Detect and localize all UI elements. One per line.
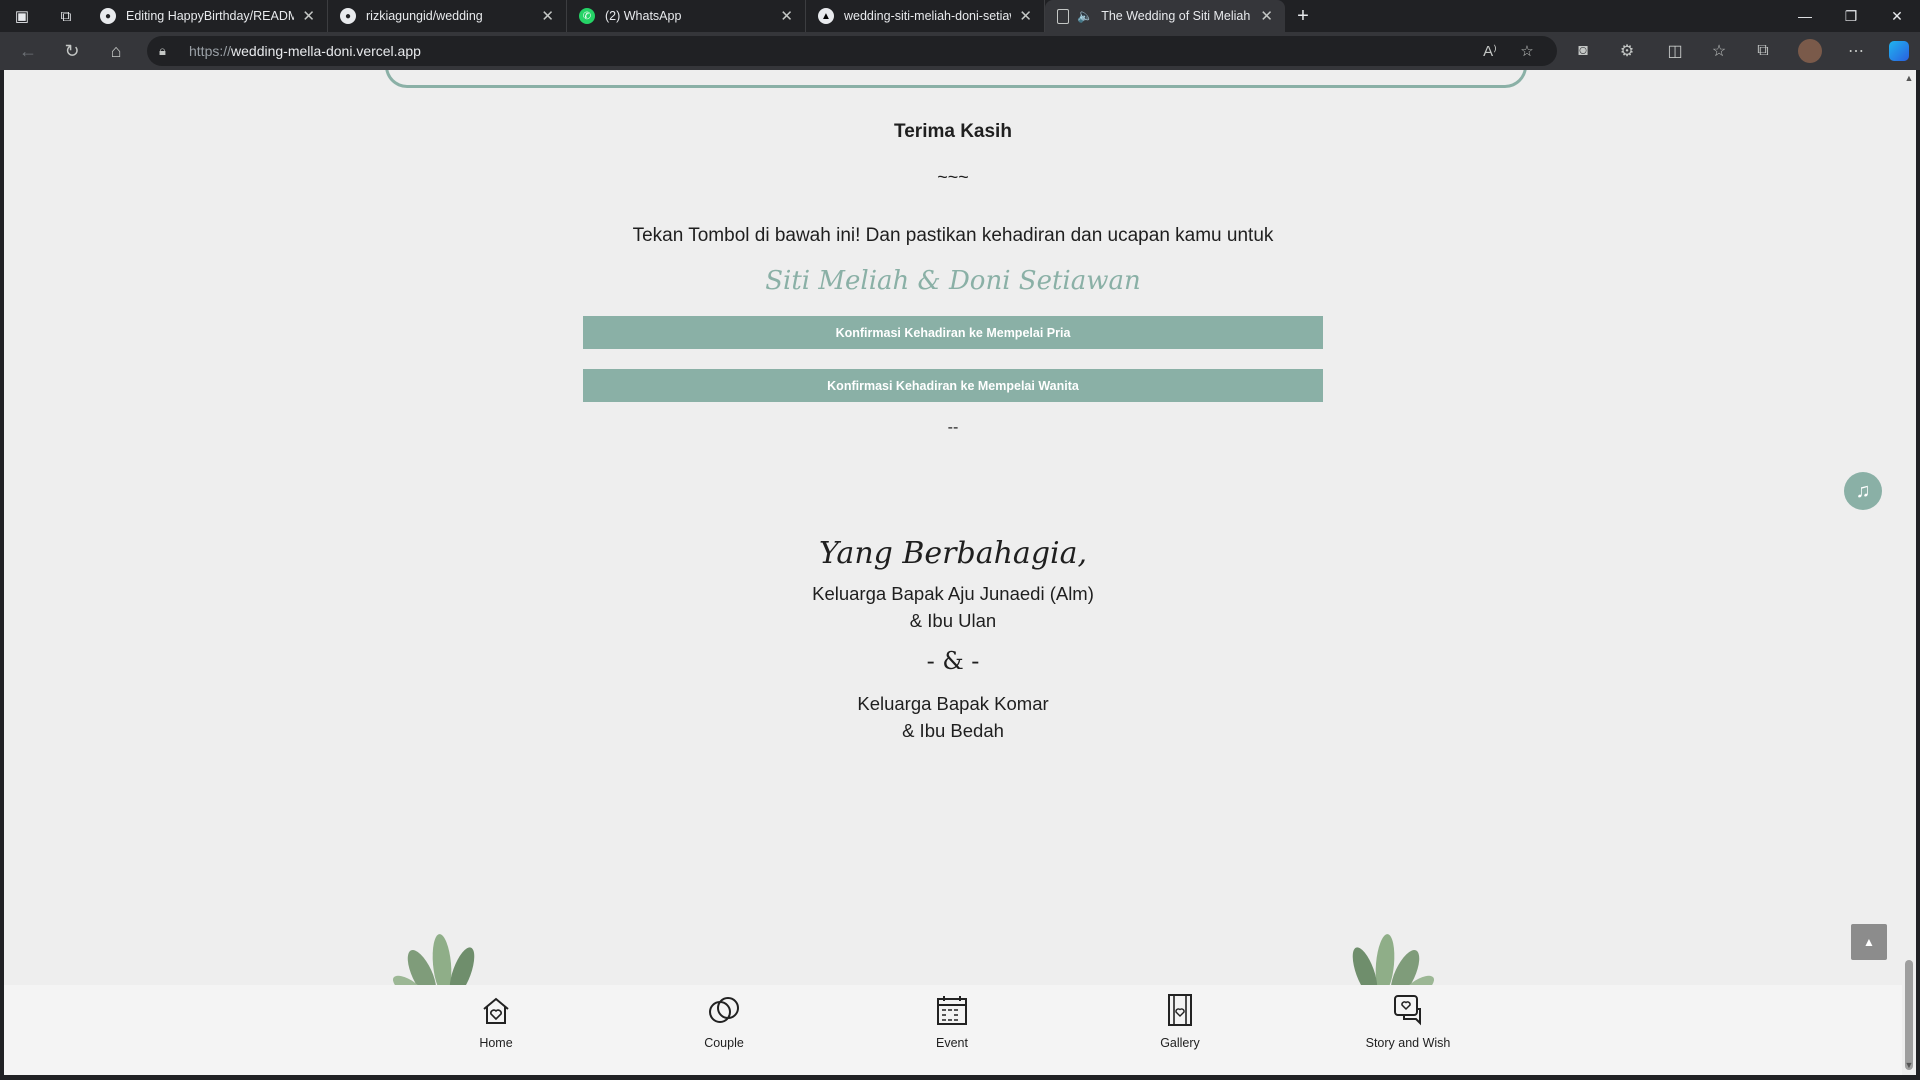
whatsapp-icon: ✆ (579, 8, 595, 24)
tab-bar: ▣ ⧉ ● Editing HappyBirthday/README ✕ ● r… (0, 0, 1920, 32)
couple-names: Siti Meliah & Doni Setiawan (765, 266, 1141, 296)
github-icon: ● (100, 8, 116, 24)
extension-shield-icon[interactable]: ◙ (1568, 36, 1598, 66)
scroll-up-arrow[interactable]: ▲ (1904, 73, 1914, 83)
address-bar[interactable]: 🔒︎ https://wedding-mella-doni.vercel.app… (147, 36, 1557, 66)
vertical-scrollbar[interactable]: ▲ ▼ (1902, 70, 1916, 1075)
read-aloud-icon[interactable]: A⁾ (1475, 36, 1505, 66)
nav-home[interactable]: Home (431, 985, 561, 1075)
extensions-icon[interactable]: ⚙ (1612, 36, 1642, 66)
lock-icon[interactable]: 🔒︎ (159, 43, 175, 59)
happy-heading: Yang Berbahagia, (818, 536, 1088, 571)
rings-icon (709, 997, 739, 1023)
profile-avatar[interactable] (1795, 36, 1825, 66)
music-note-icon: ♫ (1855, 479, 1871, 502)
chevron-up-icon: ▲ (1863, 935, 1875, 949)
tab-readme[interactable]: ● Editing HappyBirthday/README ✕ (88, 0, 328, 32)
new-tab-button[interactable]: + (1285, 0, 1321, 32)
dash-divider: -- (947, 419, 959, 436)
family1-line2: & Ibu Ulan (909, 610, 997, 631)
workspaces-icon[interactable]: ▣ (0, 0, 44, 32)
minimize-icon[interactable]: — (1782, 0, 1828, 32)
github-icon: ● (340, 8, 356, 24)
rsvp-groom-button[interactable]: Konfirmasi Kehadiran ke Mempelai Pria (583, 316, 1323, 349)
music-toggle-button[interactable]: ♫ (1844, 472, 1882, 510)
ampersand-divider: - & - (926, 647, 980, 675)
collections-icon[interactable]: ⧉ (1748, 36, 1778, 66)
window-close-icon[interactable]: ✕ (1874, 0, 1920, 32)
tab-wedding-repo[interactable]: ● rizkiagungid/wedding ✕ (328, 0, 567, 32)
vercel-icon: ▲ (818, 8, 834, 24)
tab-whatsapp[interactable]: ✆ (2) WhatsApp ✕ (567, 0, 806, 32)
tab-vercel[interactable]: ▲ wedding-siti-meliah-doni-setiaw ✕ (806, 0, 1045, 32)
scroll-down-arrow[interactable]: ▼ (1904, 1060, 1914, 1070)
family2-line2: & Ibu Bedah (902, 720, 1004, 741)
chat-heart-icon (1394, 995, 1421, 1026)
nav-gallery[interactable]: Gallery (1115, 985, 1245, 1075)
close-icon[interactable]: ✕ (1019, 7, 1032, 25)
home-heart-icon (483, 997, 509, 1024)
rsvp-prompt: Tekan Tombol di bawah ini! Dan pastikan … (632, 225, 1274, 246)
back-icon[interactable]: ← (6, 32, 50, 70)
scrollbar-thumb[interactable] (1905, 960, 1913, 1070)
family1-line1: Keluarga Bapak Aju Junaedi (Alm) (812, 583, 1094, 604)
home-icon[interactable]: ⌂ (94, 32, 138, 70)
page-icon (1057, 8, 1069, 24)
tilde-divider: ~~~ (937, 167, 969, 187)
tab-actions-icon[interactable]: ⧉ (44, 0, 88, 32)
nav-event[interactable]: Event (887, 985, 1017, 1075)
window-frame-bottom (0, 1075, 1920, 1080)
rsvp-bride-button[interactable]: Konfirmasi Kehadiran ke Mempelai Wanita (583, 369, 1323, 402)
restore-icon[interactable]: ❐ (1828, 0, 1874, 32)
calendar-icon (937, 996, 967, 1025)
speaker-icon[interactable]: 🔈 (1077, 8, 1093, 24)
film-icon (1168, 994, 1192, 1026)
close-icon[interactable]: ✕ (780, 7, 793, 25)
close-icon[interactable]: ✕ (1260, 7, 1273, 25)
copilot-icon[interactable] (1884, 36, 1914, 66)
more-menu-icon[interactable]: ⋯ (1841, 36, 1871, 66)
bottom-navigation: Home Couple Event Gallery Story and Wish (4, 985, 1902, 1075)
tab-wedding-active[interactable]: 🔈 The Wedding of Siti Meliah ✕ (1045, 0, 1285, 32)
close-icon[interactable]: ✕ (541, 7, 554, 25)
page-viewport: Terima Kasih ~~~ Tekan Tombol di bawah i… (4, 70, 1902, 1075)
nav-couple[interactable]: Couple (659, 985, 789, 1075)
thanks-heading: Terima Kasih (894, 121, 1012, 142)
card-border (385, 70, 1527, 88)
favorite-star-icon[interactable]: ☆ (1512, 36, 1542, 66)
scroll-top-button[interactable]: ▲ (1851, 924, 1887, 960)
family2-line1: Keluarga Bapak Komar (857, 693, 1049, 714)
favorites-icon[interactable]: ☆ (1704, 36, 1734, 66)
split-screen-icon[interactable]: ◫ (1660, 36, 1690, 66)
refresh-icon[interactable]: ↻ (50, 32, 94, 70)
close-icon[interactable]: ✕ (302, 7, 315, 25)
nav-story-and-wish[interactable]: Story and Wish (1343, 985, 1473, 1075)
